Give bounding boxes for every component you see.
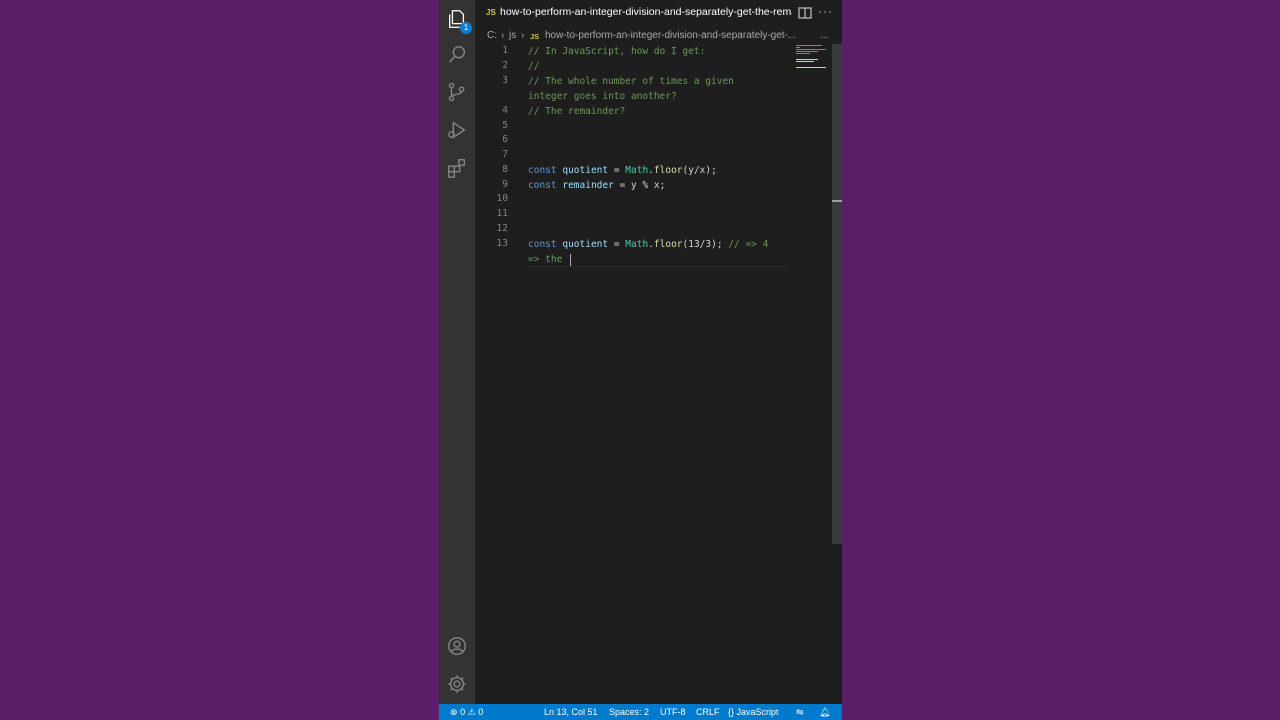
breadcrumb-drive[interactable]: C: [487, 30, 497, 41]
javascript-file-icon: JS [530, 32, 540, 41]
code-line: // The remainder? [528, 106, 626, 117]
split-editor-icon[interactable] [798, 7, 812, 19]
source-control-icon[interactable] [445, 80, 469, 104]
account-icon[interactable] [445, 634, 469, 658]
javascript-file-icon: JS [486, 8, 496, 17]
vscode-window: 1 JS how-to-perform-an-integer-division-… [439, 0, 842, 720]
breadcrumb-more[interactable]: ... [820, 30, 828, 41]
text-cursor [570, 254, 571, 266]
line-number: 3 [502, 75, 508, 86]
line-number: 6 [502, 134, 508, 145]
minimap[interactable] [796, 44, 832, 84]
code-line: const quotient = Math.floor(y/x); [528, 165, 717, 176]
breadcrumb-folder[interactable]: js [509, 30, 516, 41]
code-line: // The whole number of times a given [528, 76, 734, 87]
breadcrumb: C: › js › JS how-to-perform-an-integer-d… [475, 27, 842, 44]
line-number: 2 [502, 60, 508, 71]
notifications-bell-icon[interactable]: 🔔︎ [819, 707, 830, 718]
more-actions-icon[interactable]: ··· [818, 4, 833, 18]
code-line: // [528, 61, 540, 72]
language-mode[interactable]: {} JavaScript [728, 707, 779, 717]
search-icon[interactable] [445, 43, 469, 67]
line-number: 10 [496, 193, 508, 204]
status-bar: ⊗ 0 ⚠ 0 Ln 13, Col 51 Spaces: 2 UTF-8 CR… [439, 704, 842, 720]
scrollbar-cursor-marker [832, 200, 842, 202]
indentation[interactable]: Spaces: 2 [609, 707, 649, 717]
encoding[interactable]: UTF-8 [660, 707, 686, 717]
cursor-position[interactable]: Ln 13, Col 51 [544, 707, 598, 717]
errors-warnings-indicator[interactable]: ⊗ 0 ⚠ 0 [450, 707, 483, 718]
run-debug-icon[interactable] [445, 118, 469, 142]
line-number: 4 [502, 105, 508, 116]
code-line: const remainder = y % x; [528, 180, 666, 191]
extensions-icon[interactable] [445, 156, 469, 180]
activity-bar: 1 [439, 0, 475, 704]
live-share-icon[interactable]: ⇋ [796, 707, 804, 718]
line-number: 7 [502, 149, 508, 160]
code-line: const quotient = Math.floor(13/3); // =>… [528, 239, 769, 250]
line-number: 11 [496, 208, 508, 219]
editor-tab-title[interactable]: how-to-perform-an-integer-division-and-s… [500, 6, 792, 22]
line-number: 1 [502, 45, 508, 56]
editor-tab-bar: JS how-to-perform-an-integer-division-an… [475, 0, 842, 27]
explorer-icon[interactable]: 1 [445, 7, 472, 34]
vertical-scrollbar[interactable] [832, 44, 842, 544]
code-line-wrap: => the [528, 254, 569, 265]
line-number: 9 [502, 179, 508, 190]
error-icon: ⊗ [450, 707, 458, 717]
explorer-badge: 1 [460, 22, 472, 34]
breadcrumb-separator: › [501, 30, 505, 41]
line-number: 12 [496, 223, 508, 234]
code-editor[interactable]: 1 2 3 4 5 6 7 8 9 10 11 12 13 // In Java… [475, 44, 842, 704]
line-number: 5 [502, 120, 508, 131]
error-count: 0 [460, 707, 466, 717]
line-number: 8 [502, 164, 508, 175]
warning-count: 0 [478, 707, 484, 717]
end-of-line[interactable]: CRLF [696, 707, 720, 717]
warning-icon: ⚠ [467, 707, 476, 717]
breadcrumb-file[interactable]: how-to-perform-an-integer-division-and-s… [545, 30, 796, 41]
breadcrumb-separator: › [521, 30, 525, 41]
line-number: 13 [496, 238, 508, 249]
code-line: // In JavaScript, how do I get: [528, 46, 706, 57]
braces-icon: {} [728, 707, 737, 717]
settings-gear-icon[interactable] [445, 672, 469, 696]
code-line-wrap: integer goes into another? [528, 91, 677, 102]
